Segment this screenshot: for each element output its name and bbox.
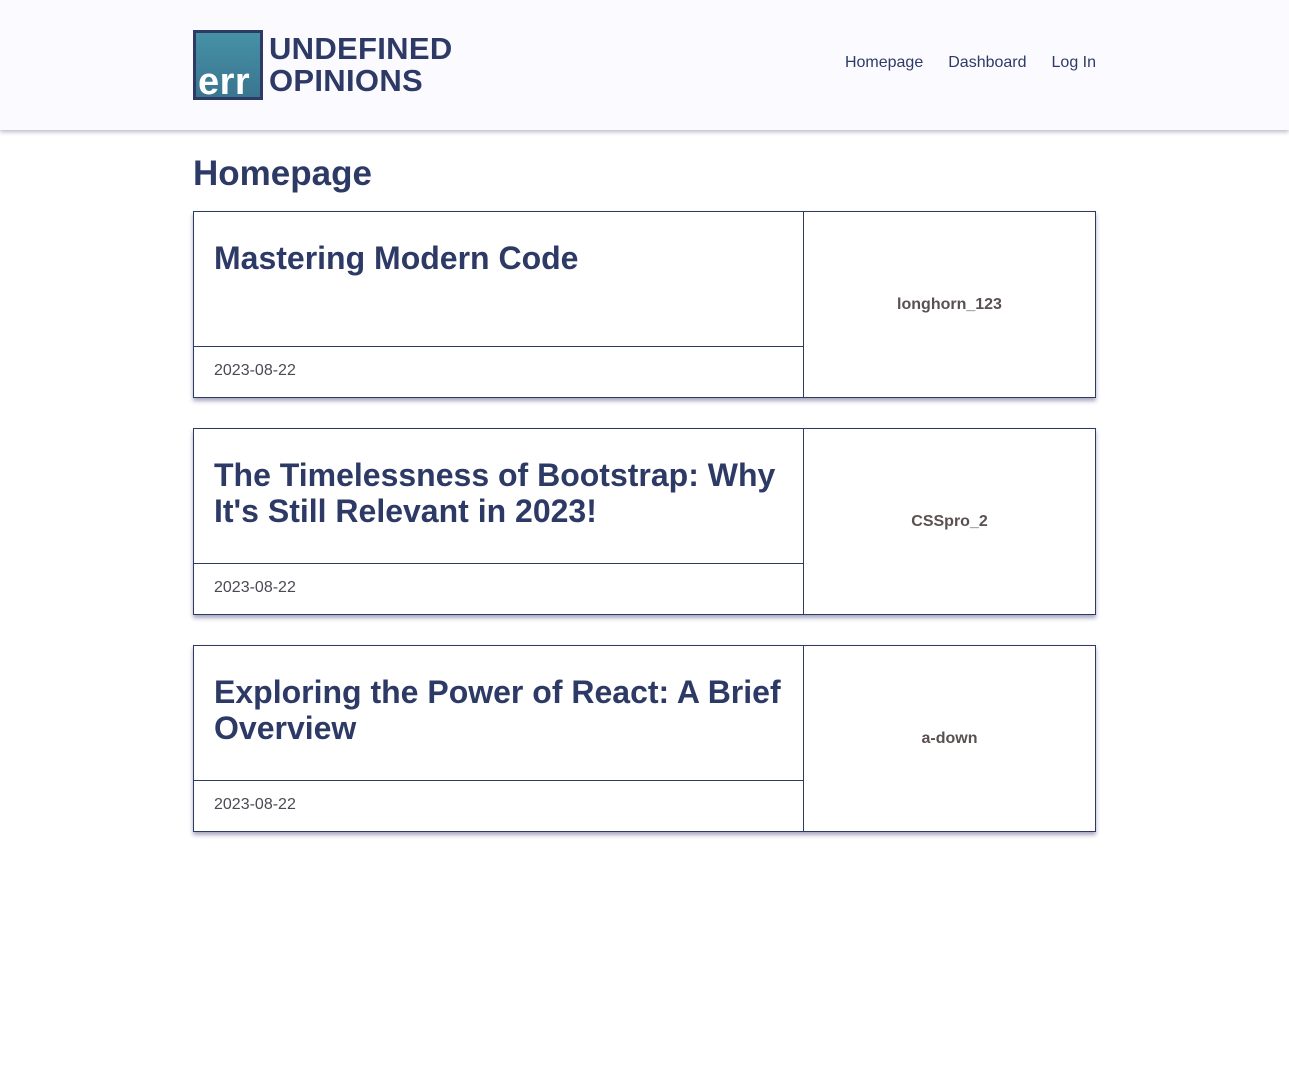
logo-line-2: OPINIONS — [269, 63, 423, 98]
post-list: Mastering Modern Code 2023-08-22 longhor… — [193, 211, 1096, 862]
page-title: Homepage — [193, 154, 372, 193]
post-author: a-down — [921, 729, 978, 747]
post-date: 2023-08-22 — [214, 579, 296, 596]
post-card[interactable]: Mastering Modern Code 2023-08-22 longhor… — [193, 211, 1096, 398]
logo-mark: err — [193, 30, 263, 100]
logo-mark-text: err — [198, 61, 251, 100]
nav-homepage-link[interactable]: Homepage — [845, 54, 923, 72]
post-title[interactable]: The Timelessness of Bootstrap: Why It's … — [214, 457, 783, 529]
logo-line-1: UNDEFINED — [269, 31, 453, 66]
post-date: 2023-08-22 — [214, 362, 296, 379]
post-main: Exploring the Power of React: A Brief Ov… — [194, 646, 804, 831]
post-author: longhorn_123 — [897, 295, 1002, 313]
post-title-cell: Mastering Modern Code — [194, 212, 803, 347]
post-title-cell: Exploring the Power of React: A Brief Ov… — [194, 646, 803, 781]
site-header: err UNDEFINED OPINIONS Homepage Dashboar… — [0, 0, 1289, 130]
nav-dashboard-link[interactable]: Dashboard — [948, 54, 1026, 72]
post-author: CSSpro_2 — [911, 512, 988, 530]
post-title-cell: The Timelessness of Bootstrap: Why It's … — [194, 429, 803, 564]
nav-login-link[interactable]: Log In — [1052, 54, 1096, 72]
main-nav: Homepage Dashboard Log In — [845, 54, 1096, 72]
header-inner: err UNDEFINED OPINIONS Homepage Dashboar… — [193, 30, 1096, 100]
post-main: Mastering Modern Code 2023-08-22 — [194, 212, 804, 397]
post-card[interactable]: The Timelessness of Bootstrap: Why It's … — [193, 428, 1096, 615]
post-date: 2023-08-22 — [214, 796, 296, 813]
post-card[interactable]: Exploring the Power of React: A Brief Ov… — [193, 645, 1096, 832]
post-title[interactable]: Exploring the Power of React: A Brief Ov… — [214, 674, 783, 746]
site-logo-link[interactable]: err UNDEFINED OPINIONS — [193, 30, 453, 100]
logo-wordmark: UNDEFINED OPINIONS — [269, 33, 453, 97]
post-main: The Timelessness of Bootstrap: Why It's … — [194, 429, 804, 614]
post-title[interactable]: Mastering Modern Code — [214, 240, 783, 276]
